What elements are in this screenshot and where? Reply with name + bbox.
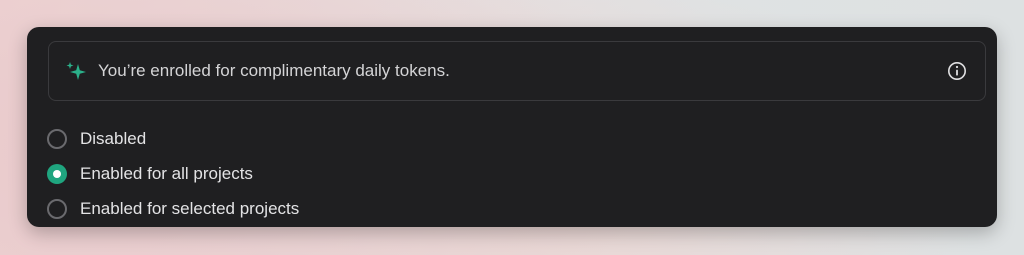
info-icon[interactable]	[947, 61, 967, 81]
option-label-disabled: Disabled	[80, 128, 147, 148]
banner-text: You’re enrolled for complimentary daily …	[98, 61, 450, 80]
option-enabled-selected-projects[interactable]: Enabled for selected projects	[47, 191, 299, 226]
option-disabled[interactable]: Disabled	[47, 121, 299, 156]
token-settings-panel: You’re enrolled for complimentary daily …	[27, 27, 997, 227]
sparkle-icon	[66, 62, 86, 80]
option-label-enabled-all-projects: Enabled for all projects	[80, 163, 253, 183]
option-enabled-all-projects[interactable]: Enabled for all projects	[47, 156, 299, 191]
radio-enabled-selected-projects[interactable]	[47, 198, 67, 219]
token-options-radio-group: Disabled Enabled for all projects Enable…	[47, 121, 299, 226]
option-label-enabled-selected-projects: Enabled for selected projects	[80, 198, 300, 218]
enrollment-banner: You’re enrolled for complimentary daily …	[48, 41, 986, 101]
radio-disabled[interactable]	[47, 128, 67, 149]
radio-enabled-all-projects[interactable]	[47, 163, 67, 184]
